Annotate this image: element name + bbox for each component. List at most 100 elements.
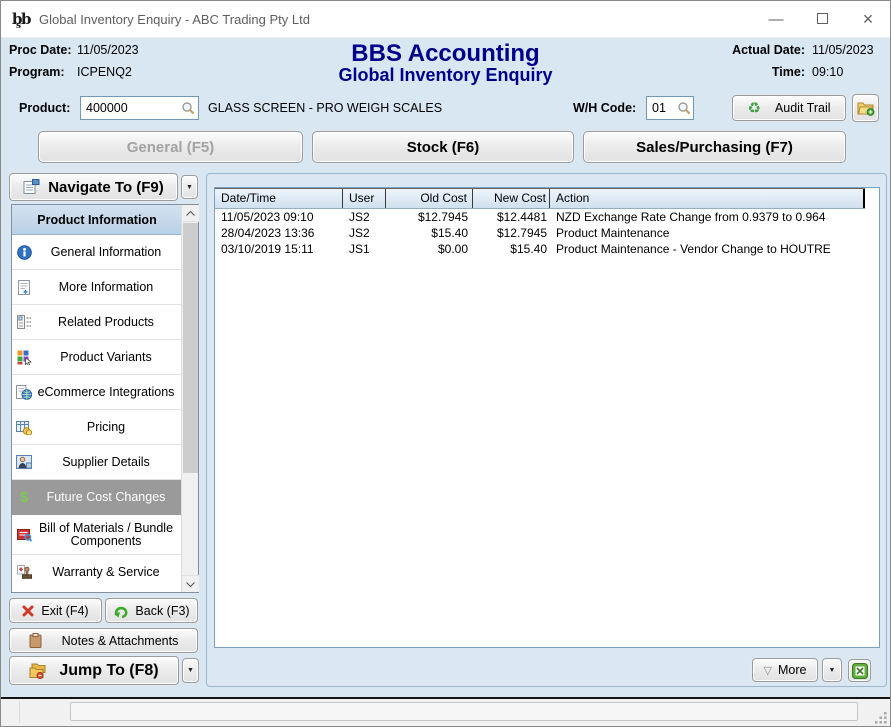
navigate-to-button[interactable]: Navigate To (F9)	[9, 173, 178, 201]
sidebar-item-product-variants[interactable]: Product Variants	[12, 340, 182, 375]
resize-grip-icon[interactable]	[875, 711, 888, 724]
window-title: Global Inventory Enquiry - ABC Trading P…	[39, 12, 310, 27]
column-header-datetime[interactable]: Date/Time	[215, 189, 343, 208]
jump-to-label: Jump To (F8)	[59, 662, 158, 680]
chevron-down-icon: ▼	[187, 667, 194, 674]
more-button[interactable]: ▽ More	[752, 658, 818, 682]
actual-date-value: 11/05/2023	[812, 43, 878, 57]
more-triangle-icon: ▽	[764, 664, 772, 677]
sidebar-item-future-cost-changes[interactable]: $ Future Cost Changes	[12, 480, 182, 515]
back-button[interactable]: Back (F3)	[105, 598, 198, 623]
navigation-list: Product Information General Information …	[11, 204, 199, 593]
status-bar	[1, 699, 890, 726]
scroll-up-icon[interactable]	[182, 205, 199, 222]
table-row[interactable]: 03/10/2019 15:11 JS1 $0.00 $15.40 Produc…	[215, 241, 879, 257]
more-dropdown-button[interactable]: ▼	[822, 658, 842, 682]
notes-attachments-button[interactable]: Notes & Attachments	[9, 628, 198, 653]
checklist-icon	[16, 314, 32, 330]
navigate-dropdown-button[interactable]: ▼	[181, 175, 198, 199]
cost-changes-table: Date/Time User Old Cost New Cost Action …	[214, 187, 880, 648]
list-header: Product Information	[12, 205, 182, 235]
cell-old-cost: $12.7945	[386, 209, 473, 225]
exit-button[interactable]: Exit (F4)	[9, 598, 102, 623]
column-header-action[interactable]: Action	[550, 189, 865, 208]
bom-wrench-icon	[16, 527, 32, 543]
jump-to-button[interactable]: Jump To (F8)	[9, 656, 179, 685]
chevron-down-icon: ▼	[186, 184, 193, 191]
sidebar-item-ecommerce-integrations[interactable]: eCommerce Integrations	[12, 375, 182, 410]
add-attachment-folder-button[interactable]	[852, 94, 879, 122]
table-row[interactable]: 28/04/2023 13:36 JS2 $15.40 $12.7945 Pro…	[215, 225, 879, 241]
titlebar: bsb Global Inventory Enquiry - ABC Tradi…	[1, 1, 890, 38]
document-plus-icon	[16, 279, 32, 295]
tab-stock[interactable]: Stock (F6)	[312, 131, 574, 163]
sidebar-scrollbar[interactable]	[181, 205, 198, 592]
time-row: Time: 09:10	[715, 65, 878, 79]
globe-document-icon	[16, 384, 32, 400]
sidebar-item-more-information[interactable]: More Information	[12, 270, 182, 305]
cell-datetime: 28/04/2023 13:36	[215, 225, 343, 241]
sidebar-item-related-products[interactable]: Related Products	[12, 305, 182, 340]
cell-action: Product Maintenance - Vendor Change to H…	[550, 241, 865, 257]
column-header-new-cost[interactable]: New Cost	[473, 189, 550, 208]
cell-action: Product Maintenance	[550, 225, 865, 241]
tab-sales-purchasing[interactable]: Sales/Purchasing (F7)	[583, 131, 846, 163]
back-label: Back (F3)	[135, 604, 189, 618]
wh-code-search-icon[interactable]	[677, 101, 691, 115]
product-label: Product:	[19, 101, 70, 115]
sidebar-item-label: Warranty & Service	[32, 566, 182, 579]
close-button[interactable]: ×	[860, 9, 876, 30]
jump-folders-icon	[29, 663, 47, 679]
excel-icon	[852, 663, 868, 679]
audit-trail-button[interactable]: ♻ Audit Trail	[732, 95, 846, 121]
tab-general[interactable]: General (F5)	[38, 131, 303, 163]
sidebar-item-label: Pricing	[32, 421, 182, 434]
sidebar-item-supplier-details[interactable]: Supplier Details	[12, 445, 182, 480]
sidebar-item-label: Future Cost Changes	[32, 491, 182, 504]
cell-datetime: 11/05/2023 09:10	[215, 209, 343, 225]
export-excel-button[interactable]	[848, 659, 871, 682]
scrollbar-thumb[interactable]	[183, 223, 198, 473]
cell-new-cost: $15.40	[473, 241, 550, 257]
back-arrow-icon	[113, 604, 128, 618]
cell-user: JS2	[343, 209, 386, 225]
sidebar-item-label: More Information	[32, 281, 182, 294]
app-window: bsb Global Inventory Enquiry - ABC Tradi…	[0, 0, 891, 727]
status-message-panel	[70, 702, 858, 721]
cell-old-cost: $0.00	[386, 241, 473, 257]
sidebar-item-label: Bill of Materials / Bundle Components	[32, 522, 182, 548]
time-value: 09:10	[812, 65, 878, 79]
chevron-down-icon: ▼	[829, 667, 836, 674]
exit-cross-icon	[22, 605, 34, 617]
product-search-icon[interactable]	[181, 101, 195, 115]
sidebar-item-pricing[interactable]: Pricing	[12, 410, 182, 445]
info-icon	[16, 244, 32, 260]
more-label: More	[778, 663, 806, 677]
exit-label: Exit (F4)	[41, 604, 88, 618]
table-row[interactable]: 11/05/2023 09:10 JS2 $12.7945 $12.4481 N…	[215, 209, 879, 225]
product-description: GLASS SCREEN - PRO WEIGH SCALES	[208, 101, 442, 115]
app-icon: bsb	[12, 10, 32, 30]
cell-new-cost: $12.7945	[473, 225, 550, 241]
window-controls: — ×	[768, 1, 876, 38]
cell-action: NZD Exchange Rate Change from 0.9379 to …	[550, 209, 865, 225]
scroll-down-icon[interactable]	[182, 575, 199, 592]
pricing-table-icon	[16, 419, 32, 435]
column-header-old-cost[interactable]: Old Cost	[386, 189, 473, 208]
actual-date-label: Actual Date:	[715, 43, 805, 57]
tab-general-label: General (F5)	[127, 139, 215, 156]
cell-old-cost: $15.40	[386, 225, 473, 241]
sidebar-item-bill-of-materials[interactable]: Bill of Materials / Bundle Components	[12, 515, 182, 555]
sidebar-item-general-information[interactable]: General Information	[12, 235, 182, 270]
maximize-button[interactable]	[814, 11, 830, 28]
jump-dropdown-button[interactable]: ▼	[182, 658, 199, 683]
minimize-button[interactable]: —	[768, 11, 784, 28]
cell-new-cost: $12.4481	[473, 209, 550, 225]
tab-sales-purchasing-label: Sales/Purchasing (F7)	[636, 139, 793, 156]
tab-stock-label: Stock (F6)	[407, 139, 480, 156]
dollar-icon: $	[16, 489, 32, 505]
notes-attachments-label: Notes & Attachments	[62, 634, 179, 648]
sidebar-item-warranty-service[interactable]: Warranty & Service	[12, 555, 182, 590]
time-label: Time:	[715, 65, 805, 79]
column-header-user[interactable]: User	[343, 189, 386, 208]
